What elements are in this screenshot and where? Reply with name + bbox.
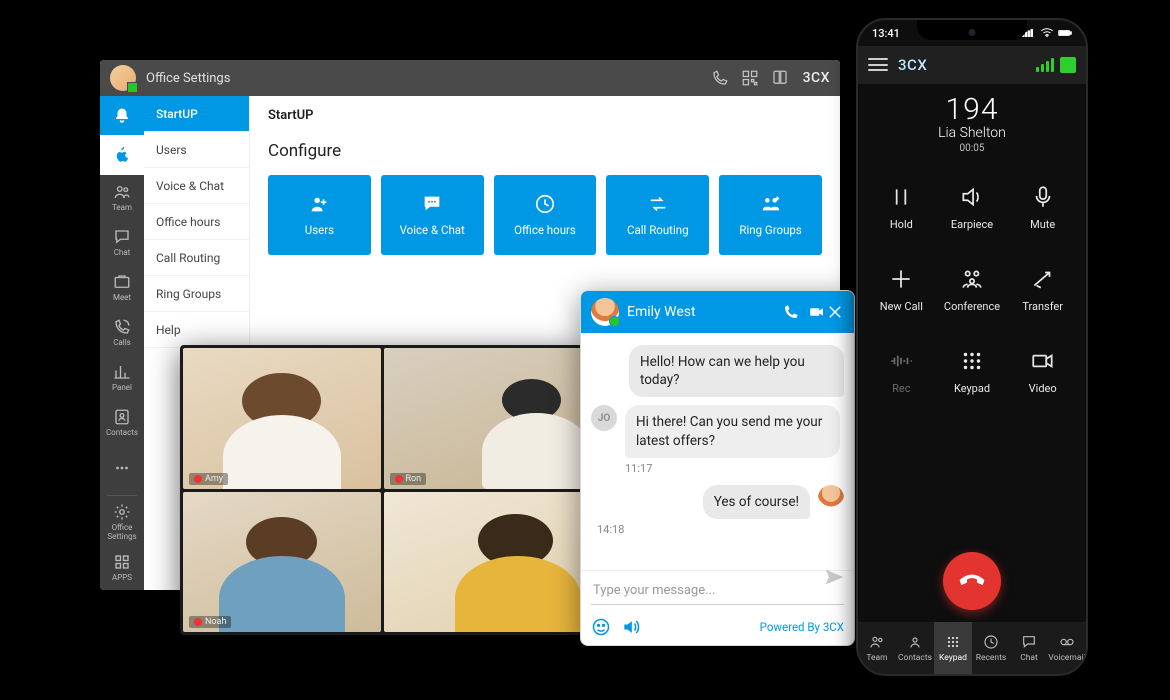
sidebar-item-ring-groups[interactable]: Ring Groups xyxy=(144,276,249,312)
conference-button[interactable]: Conference xyxy=(937,248,1008,330)
video-participant[interactable]: Ron xyxy=(384,348,582,489)
mute-button[interactable]: Mute xyxy=(1007,166,1078,248)
tile-users[interactable]: Users xyxy=(268,175,371,255)
chat-text-input[interactable] xyxy=(591,579,844,605)
tab-team[interactable]: Team xyxy=(858,622,896,674)
rail-office-settings[interactable]: Office Settings xyxy=(100,500,144,545)
earpiece-button[interactable]: Earpiece xyxy=(937,166,1008,248)
chat-bubble-agent: Hello! How can we help you today? xyxy=(629,345,844,397)
header-title: Office Settings xyxy=(146,71,230,86)
rail-calls[interactable]: Calls xyxy=(100,310,144,355)
section-heading: Configure xyxy=(268,141,822,161)
wifi-icon xyxy=(1040,28,1054,38)
rail-panel[interactable]: Panel xyxy=(100,355,144,400)
signal-icon xyxy=(1022,28,1036,38)
mute-icon xyxy=(194,618,202,626)
nav-rail: Team Chat Meet Calls Panel Contacts xyxy=(100,96,144,590)
chat-header: Emily West xyxy=(581,291,854,333)
chat-footer: Powered By 3CX xyxy=(581,611,854,645)
video-call-icon[interactable] xyxy=(808,303,826,321)
mute-icon xyxy=(194,475,202,483)
agent-avatar xyxy=(591,298,619,326)
message-timestamp: 11:17 xyxy=(625,462,844,475)
page-title: StartUP xyxy=(268,108,822,123)
rail-more[interactable] xyxy=(100,445,144,490)
phone-bottom-tabs: Team Contacts Keypad Recents Chat Voicem… xyxy=(858,622,1086,674)
video-participant[interactable]: Amy xyxy=(183,348,381,489)
video-participant[interactable]: Noah xyxy=(183,492,381,633)
mobile-phone-mockup: 13:41 3CX 194 Lia Shelton 00:05 Hold Ear… xyxy=(856,18,1088,676)
tab-voicemail[interactable]: Voicemail xyxy=(1048,622,1086,674)
rail-contacts[interactable]: Contacts xyxy=(100,400,144,445)
audio-icon[interactable] xyxy=(621,617,641,637)
app-header: Office Settings 3CX xyxy=(100,60,840,96)
powered-by-link[interactable]: Powered By 3CX xyxy=(760,620,844,634)
active-call-info: 194 Lia Shelton 00:05 xyxy=(858,84,1086,160)
tab-chat[interactable]: Chat xyxy=(1010,622,1048,674)
tile-office-hours[interactable]: Office hours xyxy=(494,175,597,255)
menu-icon[interactable] xyxy=(868,58,888,72)
rail-notifications[interactable] xyxy=(100,96,144,135)
tile-call-routing[interactable]: Call Routing xyxy=(606,175,709,255)
video-button[interactable]: Video xyxy=(1007,330,1078,412)
current-user-avatar[interactable] xyxy=(110,65,136,91)
call-contact-name: Lia Shelton xyxy=(858,125,1086,141)
rail-team[interactable]: Team xyxy=(100,175,144,220)
battery-icon xyxy=(1058,28,1072,38)
sidebar-item-voice-chat[interactable]: Voice & Chat xyxy=(144,168,249,204)
sip-signal-icon xyxy=(1036,58,1054,72)
transfer-button[interactable]: Transfer xyxy=(1007,248,1078,330)
tile-voice-chat[interactable]: Voice & Chat xyxy=(381,175,484,255)
sidebar-item-help[interactable]: Help xyxy=(144,312,249,348)
sidebar-item-users[interactable]: Users xyxy=(144,132,249,168)
send-icon[interactable] xyxy=(824,567,844,587)
in-call-button-grid: Hold Earpiece Mute New Call Conference T… xyxy=(858,160,1086,548)
brand-logo: 3CX xyxy=(803,70,830,86)
agent-avatar-small xyxy=(818,485,844,511)
call-duration: 00:05 xyxy=(858,143,1086,154)
video-participant[interactable] xyxy=(384,492,582,633)
new-call-button[interactable]: New Call xyxy=(866,248,937,330)
presence-indicator[interactable] xyxy=(1060,57,1076,73)
chat-bubble-agent: Yes of course! xyxy=(703,485,810,519)
dialer-icon[interactable] xyxy=(711,69,729,87)
tile-ring-groups[interactable]: Ring Groups xyxy=(719,175,822,255)
tab-contacts[interactable]: Contacts xyxy=(896,622,934,674)
visitor-avatar: JO xyxy=(591,405,617,431)
hold-button[interactable]: Hold xyxy=(866,166,937,248)
configure-tiles: Users Voice & Chat Office hours Call Rou… xyxy=(268,175,822,255)
message-timestamp: 14:18 xyxy=(597,523,844,536)
hang-up-button[interactable] xyxy=(943,552,1001,610)
docs-icon[interactable] xyxy=(771,69,789,87)
phone-app-bar: 3CX xyxy=(858,46,1086,84)
tab-keypad[interactable]: Keypad xyxy=(934,622,972,674)
agent-name: Emily West xyxy=(627,304,774,320)
rail-apps[interactable]: APPS xyxy=(100,545,144,590)
sidebar-item-office-hours[interactable]: Office hours xyxy=(144,204,249,240)
video-meeting-window: Amy Ron Noah xyxy=(180,345,584,635)
chat-messages: Hello! How can we help you today? JO Hi … xyxy=(581,333,854,570)
tab-recents[interactable]: Recents xyxy=(972,622,1010,674)
record-button: Rec xyxy=(866,330,937,412)
live-chat-widget: Emily West Hello! How can we help you to… xyxy=(580,290,855,646)
qr-icon[interactable] xyxy=(741,69,759,87)
voice-call-icon[interactable] xyxy=(782,303,800,321)
chat-bubble-visitor: Hi there! Can you send me your latest of… xyxy=(625,405,840,457)
rail-meet[interactable]: Meet xyxy=(100,265,144,310)
call-extension: 194 xyxy=(858,92,1086,127)
close-icon[interactable] xyxy=(826,303,844,321)
emoji-icon[interactable] xyxy=(591,617,611,637)
sidebar-item-call-routing[interactable]: Call Routing xyxy=(144,240,249,276)
rail-chat[interactable]: Chat xyxy=(100,220,144,265)
phone-status-bar: 13:41 xyxy=(858,20,1086,46)
sidebar-item-startup[interactable]: StartUP xyxy=(144,96,249,132)
phone-brand: 3CX xyxy=(898,56,1036,74)
rail-apple[interactable] xyxy=(100,135,144,174)
chat-input-area xyxy=(581,570,854,611)
mute-icon xyxy=(395,475,403,483)
keypad-button[interactable]: Keypad xyxy=(937,330,1008,412)
status-time: 13:41 xyxy=(872,27,900,40)
